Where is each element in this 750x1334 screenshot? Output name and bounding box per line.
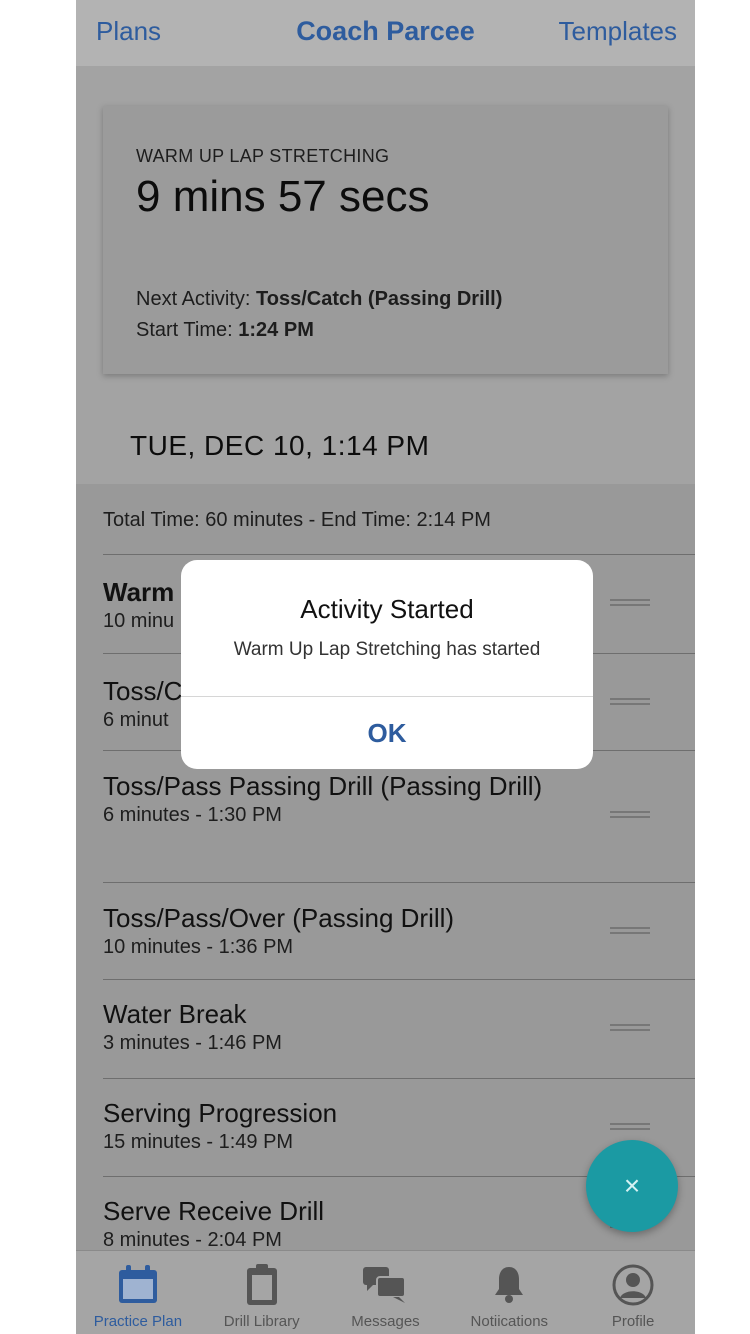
activity-subtitle: 10 minutes - 1:36 PM xyxy=(103,936,294,958)
drag-handle-icon[interactable] xyxy=(610,811,650,823)
drag-handle-icon[interactable] xyxy=(610,1123,650,1135)
activity-timer: 9 mins 57 secs xyxy=(136,172,430,221)
next-activity-label: Next Activity: xyxy=(136,288,251,310)
ok-button[interactable]: OK xyxy=(181,697,593,769)
activity-title: Serving Progression xyxy=(103,1098,338,1128)
tab-drill-library[interactable]: Drill Library xyxy=(200,1251,324,1334)
drag-handle-icon[interactable] xyxy=(610,698,650,710)
tab-profile[interactable]: Profile xyxy=(571,1251,695,1334)
top-nav-bar: Plans Coach Parcee Templates xyxy=(76,0,695,66)
bottom-tab-bar: Practice Plan Drill Library Messages Not… xyxy=(76,1250,695,1334)
activity-subtitle: 3 minutes - 1:46 PM xyxy=(103,1032,282,1054)
next-activity-value: Toss/Catch (Passing Drill) xyxy=(256,288,503,310)
next-activity: Next Activity: Toss/Catch (Passing Drill… xyxy=(136,288,502,311)
profile-icon xyxy=(571,1261,695,1309)
activity-title: Toss/Pass Passing Drill (Passing Drill) xyxy=(103,771,543,801)
activity-title: Water Break xyxy=(103,999,247,1029)
current-activity-name: WARM UP LAP STRETCHING xyxy=(136,146,390,166)
current-activity-card: WARM UP LAP STRETCHING 9 mins 57 secs Ne… xyxy=(103,106,668,374)
activity-row[interactable]: Toss/Pass Passing Drill (Passing Drill) … xyxy=(103,750,695,882)
tab-label: Messages xyxy=(351,1313,420,1330)
dialog-message: Warm Up Lap Stretching has started xyxy=(233,639,541,660)
close-icon: × xyxy=(623,1170,641,1201)
start-time-value: 1:24 PM xyxy=(238,319,314,341)
activity-title: Toss/Pass/Over (Passing Drill) xyxy=(103,903,455,933)
tab-practice-plan[interactable]: Practice Plan xyxy=(76,1251,200,1334)
dialog-title: Activity Started xyxy=(300,594,474,624)
activity-subtitle: 6 minutes - 1:30 PM xyxy=(103,804,282,826)
tab-notifications[interactable]: Notiications xyxy=(447,1251,571,1334)
chat-bubbles-icon xyxy=(324,1261,448,1309)
activity-title: Serve Receive Drill xyxy=(103,1196,325,1226)
activity-row[interactable]: Water Break 3 minutes - 1:46 PM xyxy=(103,979,695,1078)
drag-handle-icon[interactable] xyxy=(610,927,650,939)
drag-handle-icon[interactable] xyxy=(610,1024,650,1036)
activity-started-dialog: Activity Started Warm Up Lap Stretching … xyxy=(181,560,593,769)
start-time-label: Start Time: xyxy=(136,319,233,341)
drag-handle-icon[interactable] xyxy=(610,599,650,611)
close-fab-button[interactable]: × xyxy=(586,1140,678,1232)
clipboard-icon xyxy=(200,1261,324,1309)
bell-icon xyxy=(447,1261,571,1309)
tab-messages[interactable]: Messages xyxy=(324,1251,448,1334)
total-time-summary: Total Time: 60 minutes - End Time: 2:14 … xyxy=(103,509,491,531)
tab-label: Practice Plan xyxy=(93,1313,183,1330)
practice-date-heading: TUE, DEC 10, 1:14 PM xyxy=(130,430,430,461)
tab-label: Profile xyxy=(611,1313,655,1330)
start-time: Start Time: 1:24 PM xyxy=(136,319,314,342)
tab-label: Notiications xyxy=(470,1313,549,1330)
calendar-icon xyxy=(76,1261,200,1309)
activity-row[interactable]: Toss/Pass/Over (Passing Drill) 10 minute… xyxy=(103,882,695,979)
tab-label: Drill Library xyxy=(223,1313,300,1330)
templates-button[interactable]: Templates xyxy=(559,16,678,47)
